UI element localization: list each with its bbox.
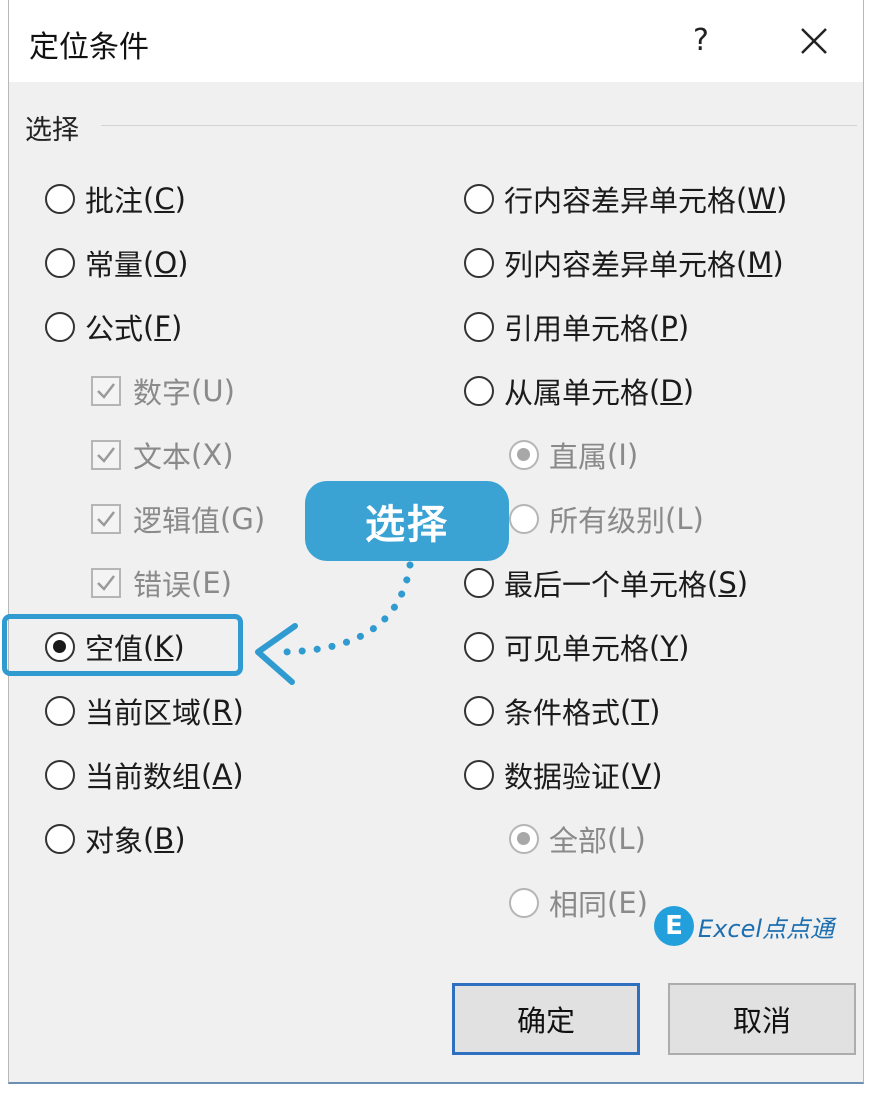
annotation-callout: 选择 (305, 481, 509, 561)
